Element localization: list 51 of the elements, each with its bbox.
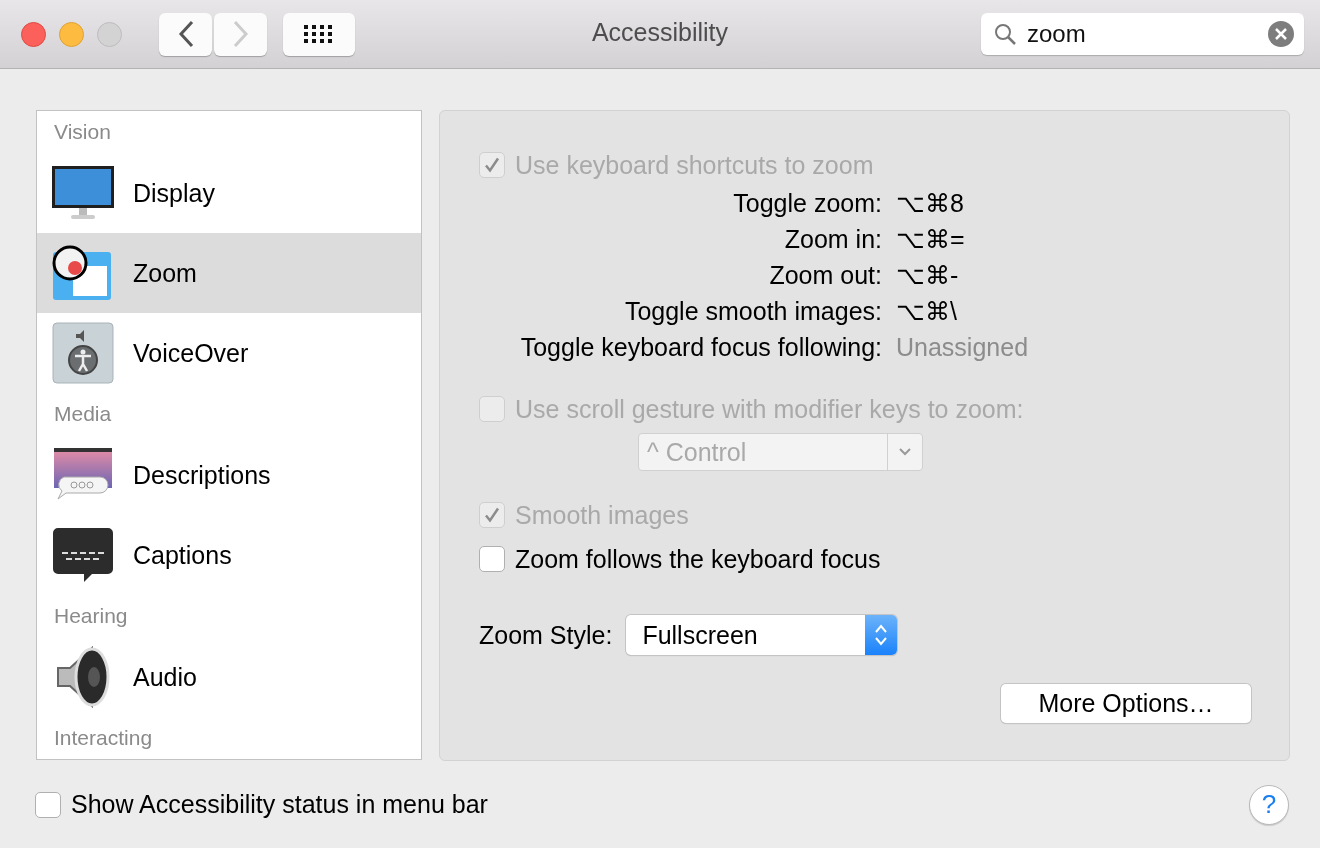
speaker-icon — [54, 646, 112, 708]
shortcut-keys: ⌥⌘= — [896, 221, 1289, 257]
stepper-arrows-icon — [874, 622, 889, 648]
sidebar-item[interactable]: Zoom — [37, 233, 421, 313]
shortcut-label: Toggle keyboard focus following: — [519, 332, 882, 363]
shortcut-keys: ⌥⌘- — [896, 257, 1289, 293]
show-all-button[interactable] — [283, 12, 355, 56]
caption-bubble-icon — [52, 527, 114, 583]
shortcut-label: Toggle zoom: — [732, 188, 882, 219]
chevron-left-icon — [176, 20, 195, 48]
sidebar-item[interactable]: VoiceOver — [37, 313, 421, 393]
help-button[interactable]: ? — [1249, 784, 1289, 825]
chevron-down-icon — [898, 447, 912, 457]
checkbox-label: Use keyboard shortcuts to zoom — [515, 150, 874, 180]
checkmark-icon — [483, 156, 501, 174]
checkbox[interactable] — [479, 546, 505, 572]
section-header: Vision — [53, 119, 112, 145]
shortcut-keys: ⌥⌘\ — [896, 293, 1289, 329]
monitor-icon — [51, 165, 115, 221]
sidebar-item[interactable]: Display — [37, 153, 421, 233]
shortcut-label: Zoom out: — [768, 260, 882, 291]
shortcut-label: Zoom in: — [783, 224, 882, 255]
checkbox-label: Use scroll gesture with modifier keys to zoom: — [515, 394, 1024, 424]
shortcut-keys: Unassigned — [896, 329, 1289, 365]
zoom-style-popup[interactable]: Fullscreen — [626, 615, 898, 655]
window-title: Accessibility — [591, 18, 729, 47]
shortcut-keys: ⌥⌘8 — [896, 185, 1289, 221]
back-button[interactable] — [159, 12, 212, 56]
search-icon — [993, 22, 1017, 46]
section-header: Interacting — [53, 725, 154, 751]
checkbox-label: Show Accessibility status in menu bar — [71, 790, 488, 819]
minimize-button[interactable] — [59, 21, 84, 47]
accessibility-speaker-icon — [52, 322, 114, 384]
section-header: Hearing — [53, 603, 129, 629]
search-field[interactable]: zoom — [1025, 19, 1260, 49]
search-field[interactable]: zoom — [981, 13, 1304, 55]
checkmark-icon — [483, 506, 501, 524]
shortcut-label: Toggle smooth images: — [623, 296, 882, 327]
checkbox[interactable] — [35, 791, 61, 818]
chevron-right-icon — [231, 20, 250, 48]
zoom-style-label: Zoom Style: — [479, 620, 613, 650]
grid-icon — [303, 24, 335, 44]
close-button[interactable] — [21, 21, 46, 47]
sidebar-item[interactable]: Descriptions — [37, 435, 421, 515]
sidebar-item[interactable]: Captions — [37, 515, 421, 595]
section-header: Media — [53, 401, 113, 427]
more-options-button[interactable]: More Options… — [1001, 684, 1251, 723]
clear-icon[interactable] — [1268, 21, 1294, 47]
checkbox-label: Zoom follows the keyboard focus — [515, 544, 881, 574]
checkbox-label: Smooth images — [515, 500, 689, 530]
sidebar-item[interactable]: Audio — [37, 637, 421, 717]
